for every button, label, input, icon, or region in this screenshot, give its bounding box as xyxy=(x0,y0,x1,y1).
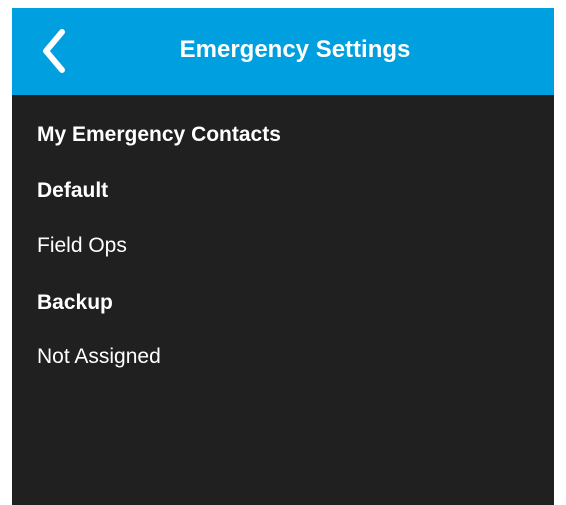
backup-contact-label: Backup xyxy=(37,291,113,314)
default-contact-value[interactable]: Field Ops xyxy=(37,234,127,258)
emergency-settings-screen: Emergency Settings My Emergency Contacts… xyxy=(12,8,554,505)
section-heading-emergency-contacts: My Emergency Contacts xyxy=(37,123,281,146)
default-contact-label: Default xyxy=(37,179,109,202)
page-title: Emergency Settings xyxy=(179,36,411,63)
header-bar: Emergency Settings xyxy=(12,8,554,95)
backup-contact-value[interactable]: Not Assigned xyxy=(37,345,161,369)
